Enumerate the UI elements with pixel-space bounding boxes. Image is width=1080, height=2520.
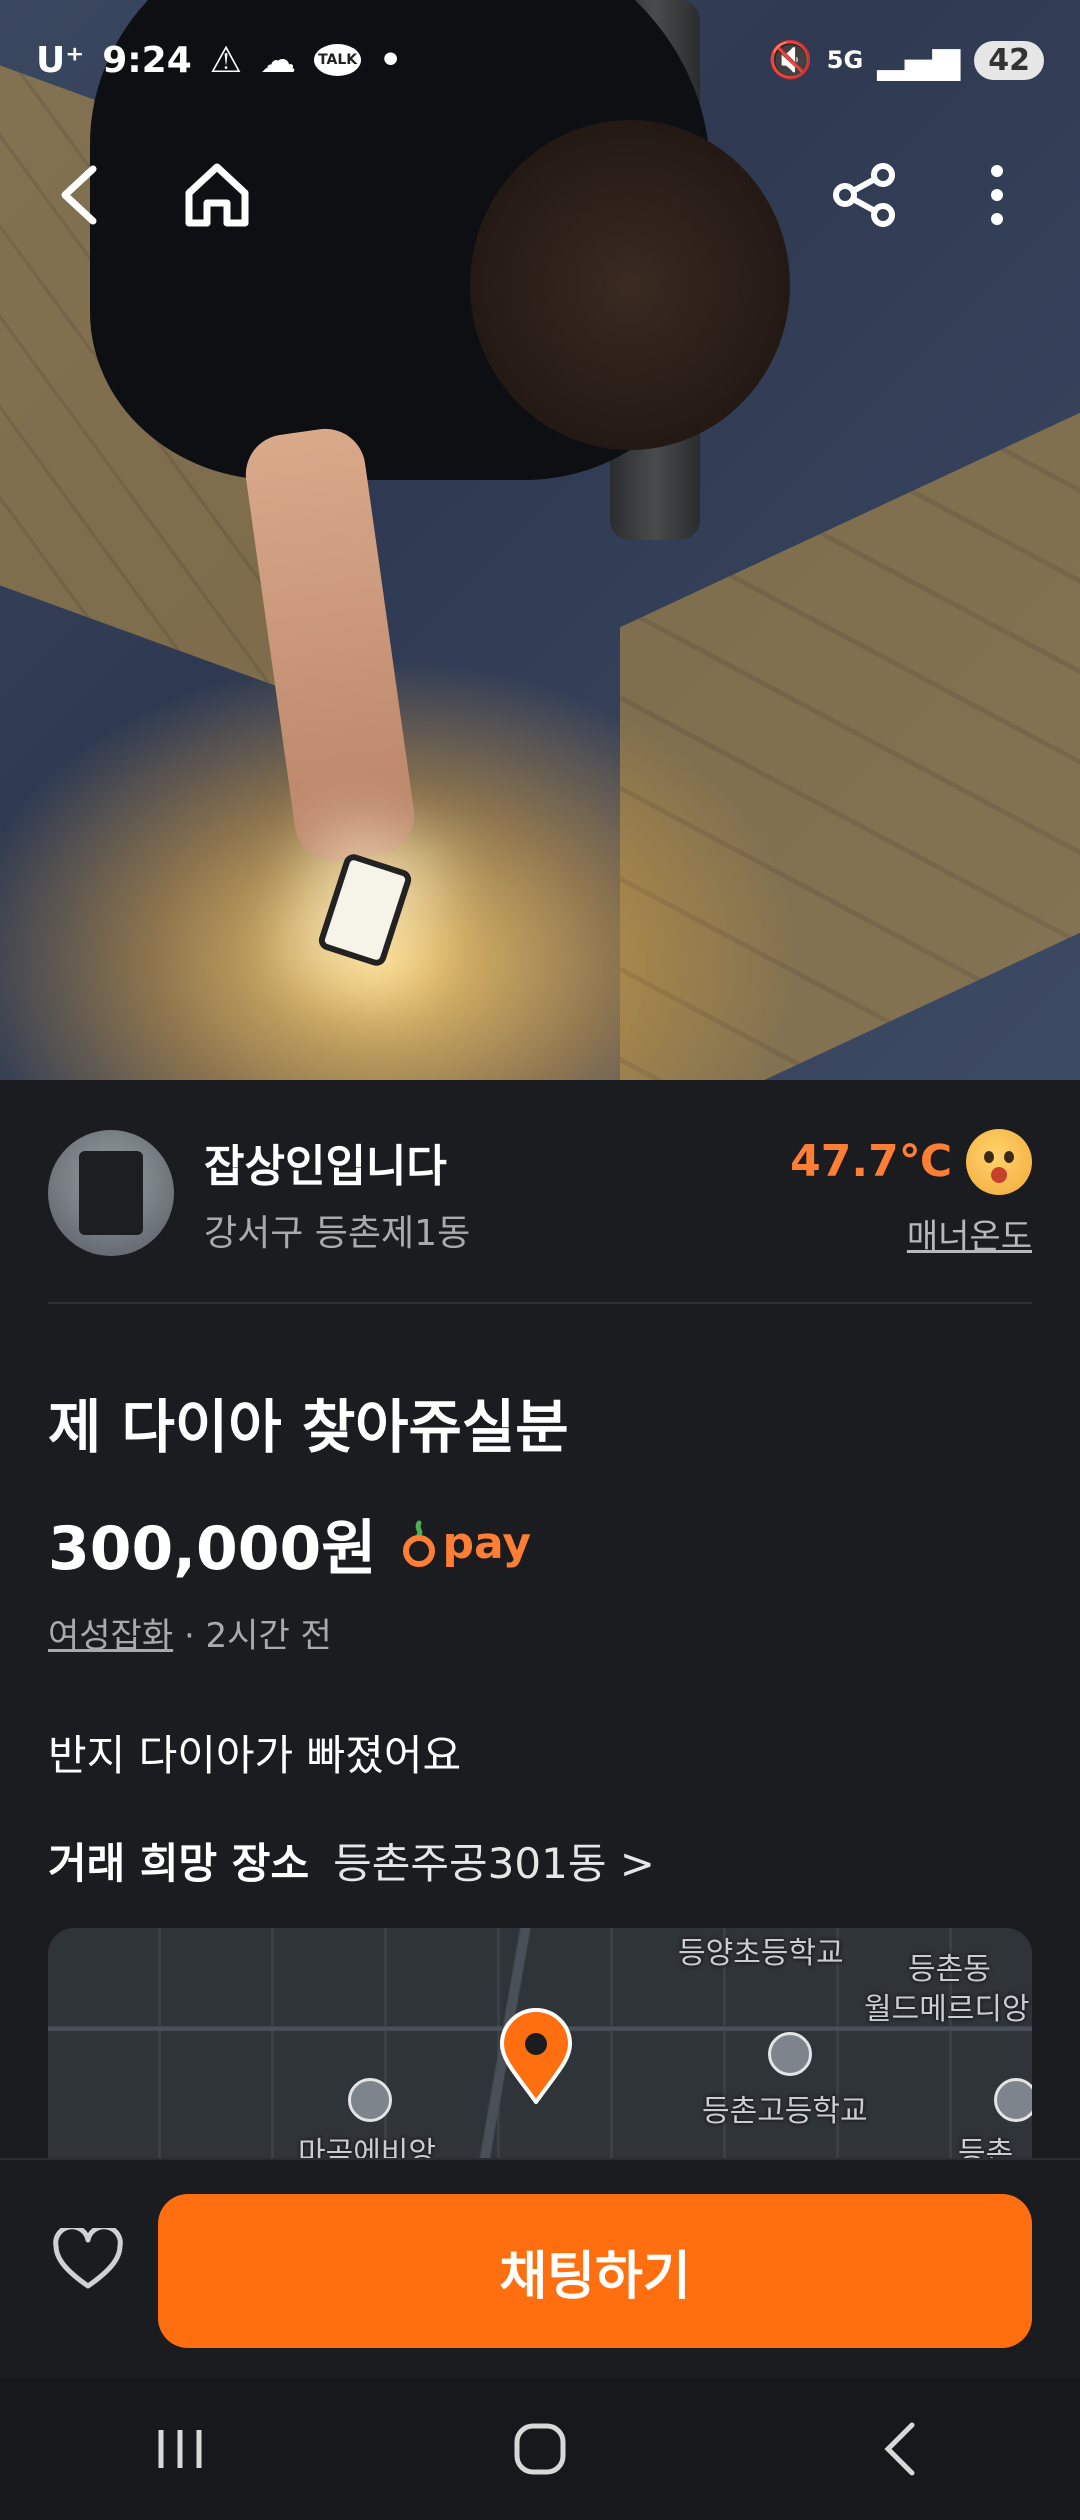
listing-photo[interactable] <box>0 0 1080 1080</box>
system-back-icon <box>884 2422 915 2476</box>
recent-apps-icon <box>158 2430 202 2468</box>
system-home-button[interactable] <box>490 2409 590 2489</box>
map-label: 등촌2 <box>958 2136 1014 2158</box>
map-label: 등양초등학교 <box>678 1936 844 1971</box>
home-button[interactable] <box>172 150 262 240</box>
carrot-pay-badge: pay <box>402 1518 531 1569</box>
pay-label: pay <box>442 1518 531 1569</box>
seller-name[interactable]: 잡상인입니다 <box>204 1130 470 1194</box>
more-button[interactable] <box>952 150 1042 240</box>
map-label: 마곡에비앙 <box>298 2136 436 2158</box>
chat-button[interactable]: 채팅하기 <box>158 2194 1032 2348</box>
trade-place-label: 거래 희망 장소 <box>48 1839 310 1888</box>
bottom-action-bar: 채팅하기 <box>0 2158 1080 2378</box>
avatar[interactable] <box>48 1130 174 1256</box>
signal-icon: ▂▄▆ <box>877 39 961 81</box>
manner-temperature-link[interactable]: 매너온도 <box>790 1209 1032 1258</box>
divider <box>48 1302 1032 1304</box>
like-button[interactable] <box>52 2224 132 2308</box>
network-label: 5G <box>826 46 864 74</box>
recent-apps-button[interactable] <box>130 2409 230 2489</box>
carrier-label: U⁺ <box>36 39 85 81</box>
system-back-button[interactable] <box>850 2409 950 2489</box>
listing-meta: 여성잡화 · 2시간 전 <box>48 1608 332 1657</box>
listing-description: 반지 다이아가 빠졌어요 <box>48 1731 462 1780</box>
home-icon <box>185 163 249 227</box>
trade-place-map[interactable]: 등양초등학교 등촌동 월드메르디앙 등촌고등학교 마곡에비앙 등촌2 <box>48 1928 1032 2158</box>
clock: 9:24 <box>102 39 192 81</box>
school-poi-icon <box>768 2032 812 2076</box>
listing-price: 300,000원 <box>48 1514 377 1584</box>
heart-icon <box>53 2224 123 2289</box>
school-poi-icon <box>994 2078 1032 2122</box>
talk-icon: TALK <box>314 44 362 76</box>
map-label: 등촌동 <box>908 1952 991 1987</box>
trade-place-row[interactable]: 거래 희망 장소 등촌주공301동 > <box>48 1830 655 1891</box>
more-vertical-icon <box>991 165 1003 225</box>
location-pin-icon <box>499 2008 573 2104</box>
carrot-icon <box>403 1520 436 1567</box>
mute-icon: 🔇 <box>767 40 813 81</box>
back-arrow-icon <box>61 165 97 225</box>
battery-indicator: 42 <box>974 40 1044 80</box>
map-label: 등촌고등학교 <box>702 2094 868 2129</box>
status-bar: U⁺ 9:24 ⚠ ☁ TALK • 🔇 5G ▂▄▆ 42 <box>0 0 1080 120</box>
school-poi-icon <box>348 2078 392 2122</box>
photo-phone-flashlight <box>316 851 414 969</box>
seller-profile[interactable]: 잡상인입니다 강서구 등촌제1동 47.7℃ 매너온도 <box>48 1128 1032 1258</box>
time-ago: · 2시간 전 <box>183 1616 332 1656</box>
photo-person-hair <box>470 120 790 450</box>
home-circle-icon <box>514 2423 566 2475</box>
share-icon <box>833 163 895 227</box>
map-label: 월드메르디앙 <box>864 1992 1030 2027</box>
warning-icon: ⚠ <box>209 39 243 81</box>
dot-icon: • <box>379 39 403 81</box>
listing-title: 제 다이아 찾아쥬실분 <box>48 1393 569 1461</box>
seller-location: 강서구 등촌제1동 <box>204 1213 471 1254</box>
share-button[interactable] <box>820 150 910 240</box>
cloud-icon: ☁ <box>260 39 297 81</box>
trade-place-value[interactable]: 등촌주공301동 > <box>333 1830 655 1891</box>
category-link[interactable]: 여성잡화 <box>48 1616 173 1656</box>
system-navigation-bar <box>0 2378 1080 2520</box>
back-button[interactable] <box>34 150 124 240</box>
emoji-face-icon <box>966 1128 1032 1195</box>
manner-temperature: 47.7℃ <box>790 1136 952 1187</box>
